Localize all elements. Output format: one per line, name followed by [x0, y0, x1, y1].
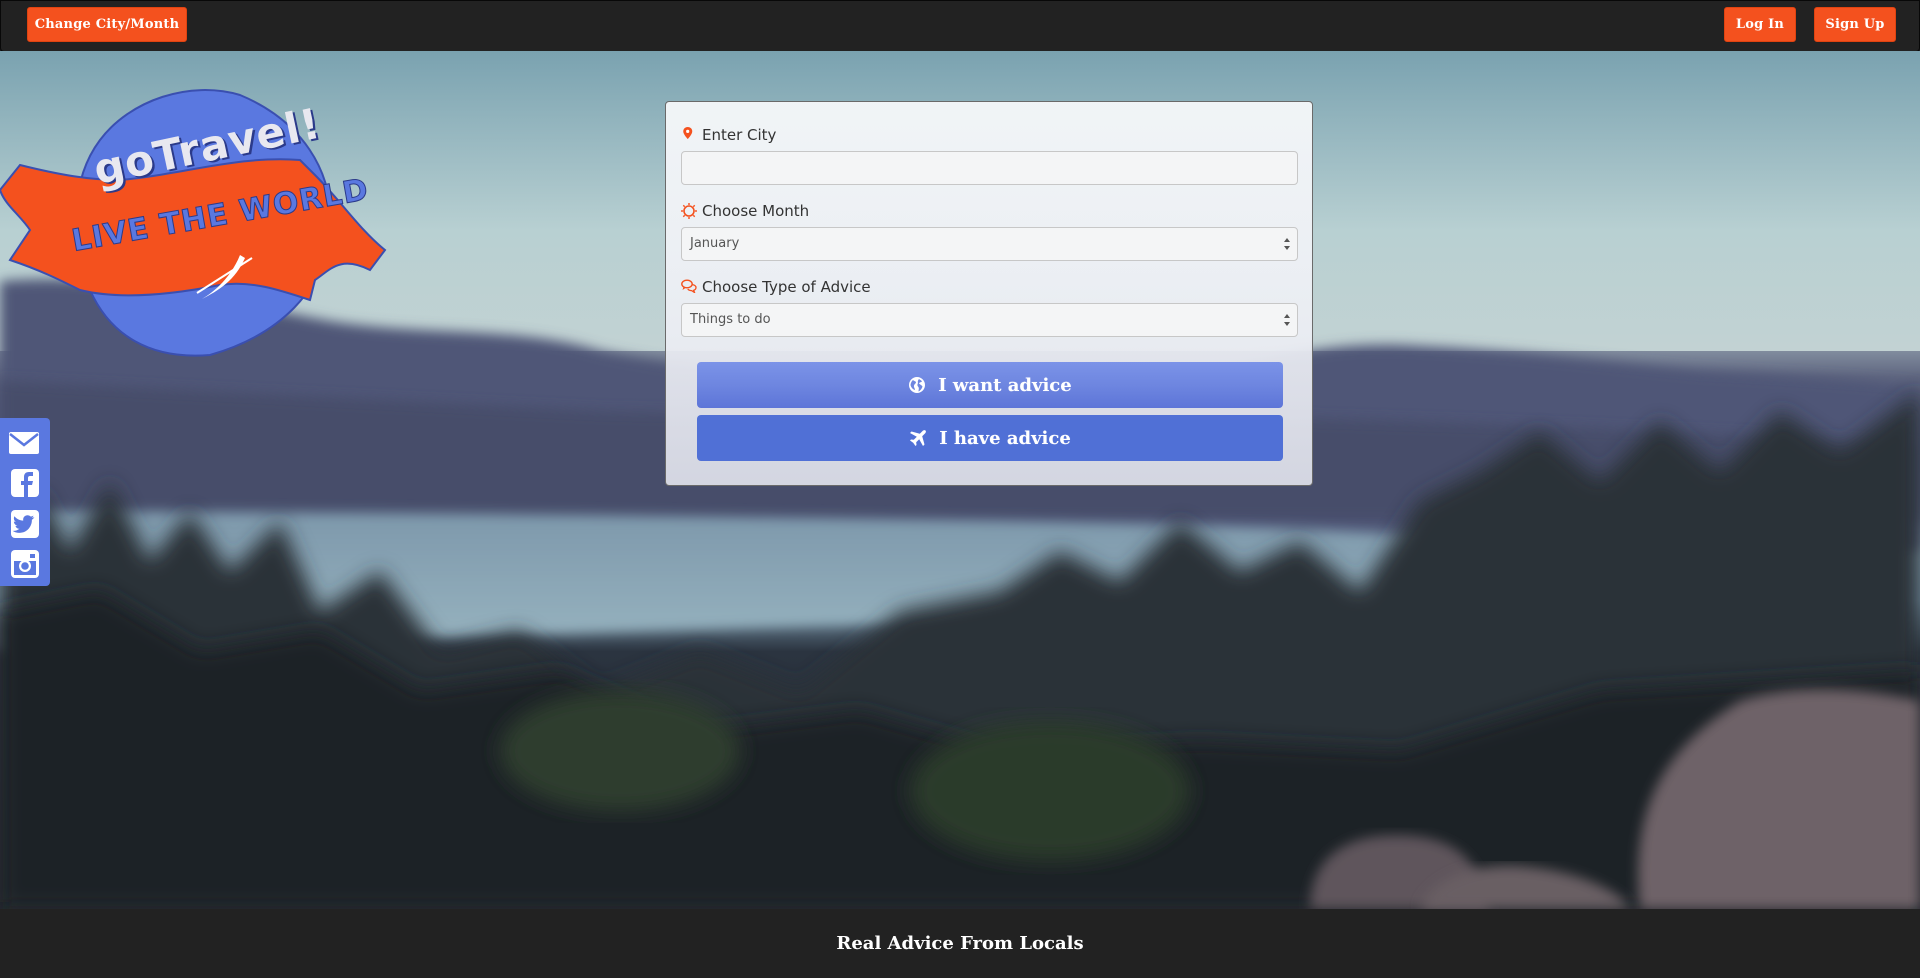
have-advice-button[interactable]: I have advice: [697, 415, 1283, 461]
select-arrows-icon: [1284, 238, 1290, 250]
city-input[interactable]: [681, 151, 1298, 185]
twitter-icon[interactable]: [8, 509, 40, 539]
advice-type-select[interactable]: Things to do: [681, 303, 1298, 337]
signup-button[interactable]: Sign Up: [1814, 7, 1896, 42]
top-navbar: Change City/Month Log In Sign Up: [0, 0, 1920, 52]
want-advice-label: I want advice: [938, 374, 1072, 396]
city-text-input[interactable]: [690, 152, 1293, 184]
advice-type-selected-value: Things to do: [690, 312, 771, 327]
want-advice-button[interactable]: I want advice: [697, 362, 1283, 408]
footer: Real Advice From Locals: [0, 909, 1920, 978]
month-selected-value: January: [690, 236, 740, 251]
comments-icon: [681, 279, 697, 295]
instagram-icon[interactable]: [8, 549, 40, 579]
plane-icon: [909, 429, 927, 447]
facebook-icon[interactable]: [8, 468, 40, 498]
envelope-icon[interactable]: [8, 428, 40, 458]
advice-search-form: Enter City Choose Month January Choose T…: [665, 101, 1313, 486]
month-label-text: Choose Month: [702, 202, 810, 220]
sun-icon: [681, 203, 697, 219]
have-advice-label: I have advice: [939, 427, 1071, 449]
social-share-sidebar: [0, 418, 50, 586]
change-city-month-button[interactable]: Change City/Month: [27, 7, 187, 42]
month-select[interactable]: January: [681, 227, 1298, 261]
city-label: Enter City: [681, 125, 776, 145]
select-arrows-icon: [1284, 314, 1290, 326]
globe-icon: [908, 376, 926, 394]
map-marker-icon: [681, 127, 695, 143]
login-button[interactable]: Log In: [1724, 7, 1796, 42]
city-label-text: Enter City: [702, 126, 777, 144]
advice-type-label: Choose Type of Advice: [681, 277, 871, 297]
gotravel-logo[interactable]: goTravel! LIVE THE WORLD: [0, 80, 400, 360]
month-label: Choose Month: [681, 201, 809, 221]
footer-tagline: Real Advice From Locals: [836, 933, 1084, 954]
advice-type-label-text: Choose Type of Advice: [702, 278, 871, 296]
